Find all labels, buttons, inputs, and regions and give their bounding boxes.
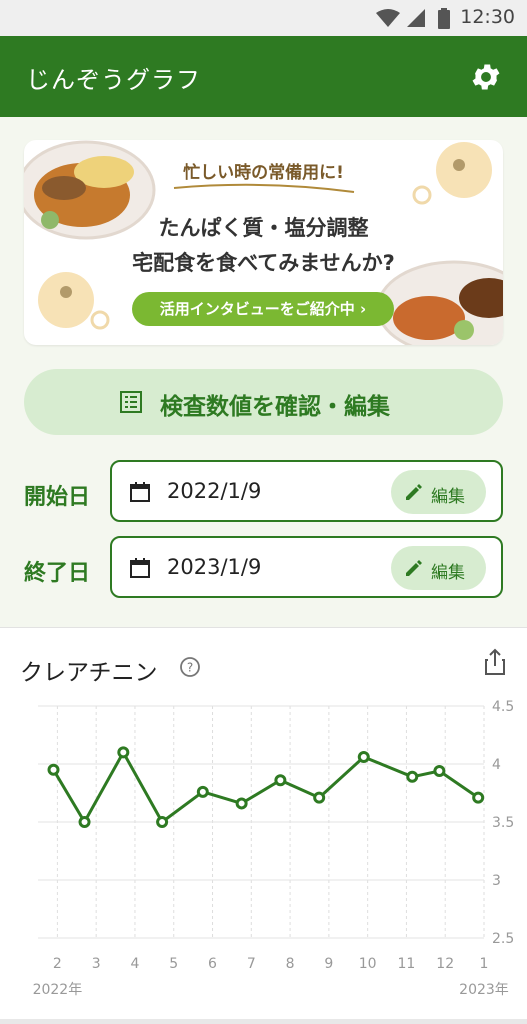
x-year-label: 2022年 xyxy=(33,982,83,998)
edit-label: 編集 xyxy=(431,487,465,507)
end-date-field[interactable]: 2023/1/9 編集 xyxy=(110,536,503,598)
series-line xyxy=(52,750,480,824)
check-values-label: 検査数値を確認・編集 xyxy=(160,394,390,420)
list-icon xyxy=(120,391,142,413)
status-bar: 12:30 xyxy=(0,0,527,36)
calendar-icon xyxy=(130,558,150,578)
banner-headline-2: 宅配食を食べてみませんか? xyxy=(132,251,395,275)
data-point xyxy=(196,785,209,798)
start-date-value: 2022/1/9 xyxy=(167,479,262,503)
end-date-edit-button[interactable]: 編集 xyxy=(391,546,486,590)
data-point xyxy=(156,816,169,828)
banner-headline-1: たんぱく質・塩分調整 xyxy=(158,216,369,240)
edit-label: 編集 xyxy=(431,563,465,583)
data-point xyxy=(472,791,485,804)
y-tick-label: 4.5 xyxy=(492,699,514,715)
banner-kicker: 忙しい時の常備用に! xyxy=(183,163,344,183)
status-time: 12:30 xyxy=(460,6,515,28)
promo-banner[interactable]: 忙しい時の常備用に! たんぱく質・塩分調整 宅配食を食べてみませんか? 活用イン… xyxy=(24,140,503,345)
end-date-value: 2023/1/9 xyxy=(167,555,262,579)
y-tick-label: 3 xyxy=(492,873,501,889)
start-date-edit-button[interactable]: 編集 xyxy=(391,470,486,514)
y-tick-label: 3.5 xyxy=(492,815,514,831)
data-point xyxy=(313,791,326,804)
x-year-label: 2023年 xyxy=(459,982,509,998)
app-bar: じんぞうグラフ xyxy=(0,36,527,117)
x-tick-label: 11 xyxy=(398,956,416,972)
check-values-button[interactable]: 検査数値を確認・編集 xyxy=(24,369,503,435)
x-tick-label: 6 xyxy=(208,956,217,972)
data-point xyxy=(274,774,287,787)
battery-icon xyxy=(438,8,450,29)
start-date-label: 開始日 xyxy=(24,485,91,510)
x-tick-label: 9 xyxy=(324,956,333,972)
data-point xyxy=(117,746,130,759)
app-title: じんぞうグラフ xyxy=(26,66,201,94)
x-tick-label: 2 xyxy=(53,956,62,972)
data-point xyxy=(78,816,91,828)
data-point xyxy=(357,751,370,764)
end-date-label: 終了日 xyxy=(24,561,91,586)
chart-card: クレアチニン ? 2 3 4 5 6 7 8 9 10 11 12 1 4.5 4 3.5 3 2.5 2022年… xyxy=(0,627,527,1020)
calendar-icon xyxy=(130,482,150,502)
x-tick-label: 12 xyxy=(436,956,454,972)
gear-icon[interactable] xyxy=(469,60,503,94)
y-tick-label: 4 xyxy=(492,757,501,773)
data-point xyxy=(433,764,446,777)
start-date-field[interactable]: 2022/1/9 編集 xyxy=(110,460,503,522)
y-tick-label: 2.5 xyxy=(492,931,514,947)
signal-icon xyxy=(407,9,425,27)
x-tick-label: 3 xyxy=(92,956,101,972)
data-point xyxy=(47,763,60,776)
data-point xyxy=(406,770,419,783)
bottom-edge xyxy=(0,1019,527,1024)
banner-cta-button[interactable]: 活用インタビューをご紹介中 › xyxy=(132,292,394,326)
pencil-icon xyxy=(406,484,422,500)
line-chart: 2 3 4 5 6 7 8 9 10 11 12 1 4.5 4 3.5 3 2.5 2022年 2023年 xyxy=(33,699,515,998)
x-tick-label: 10 xyxy=(359,956,377,972)
x-tick-label: 5 xyxy=(169,956,178,972)
data-point xyxy=(235,797,248,810)
wifi-icon xyxy=(376,9,400,27)
x-tick-label: 7 xyxy=(247,956,256,972)
pencil-icon xyxy=(406,560,422,576)
x-tick-label: 1 xyxy=(480,956,489,972)
x-tick-label: 8 xyxy=(286,956,295,972)
x-tick-label: 4 xyxy=(130,956,139,972)
